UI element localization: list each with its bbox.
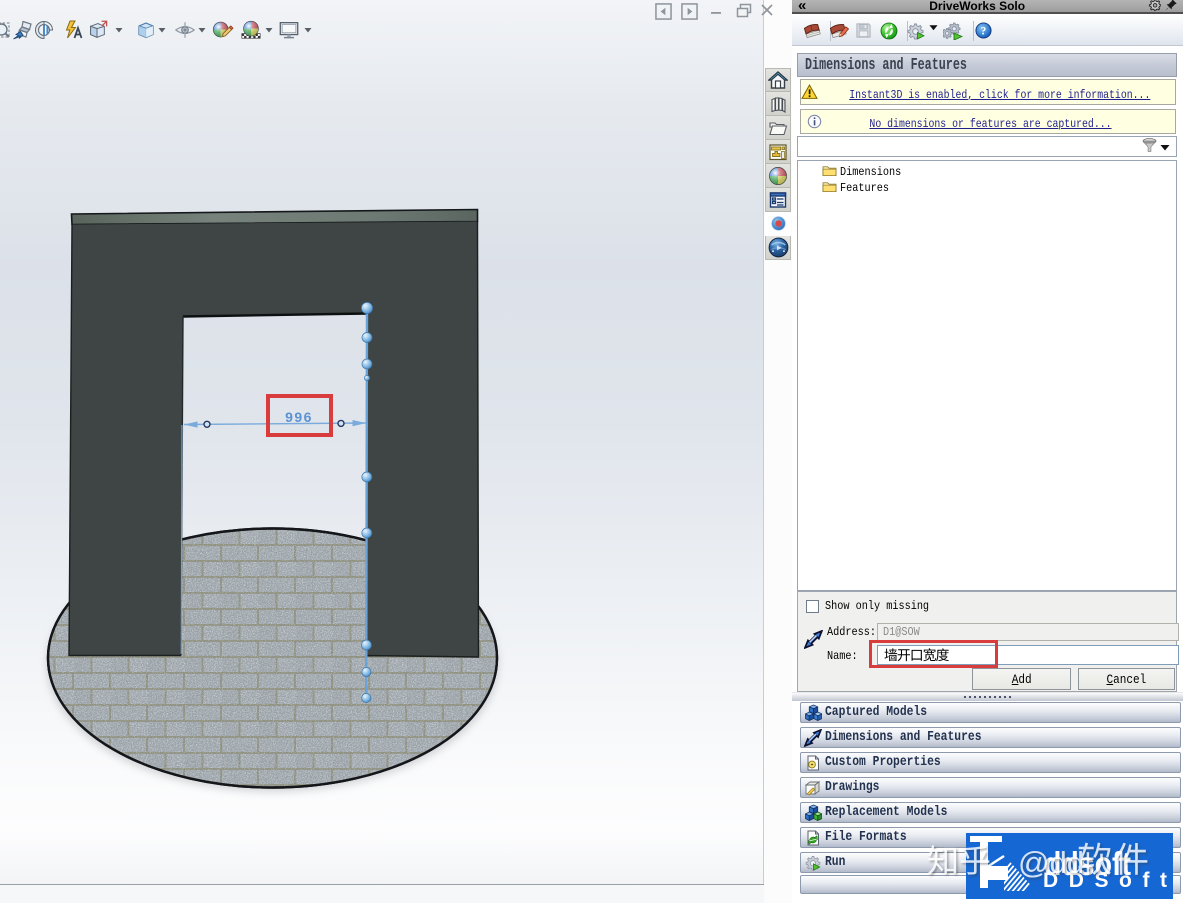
scene-3d-model: 996 [46,208,499,792]
tab-custom-properties[interactable] [765,188,791,212]
apply-scene-dropdown[interactable] [264,19,274,41]
folder-icon [822,180,837,197]
task-pane-gutter [764,0,792,903]
hide-show-items-dropdown[interactable] [197,19,207,41]
view-settings-dropdown[interactable] [303,19,313,41]
tab-design-library[interactable] [765,92,791,116]
pane-splitter[interactable] [792,692,1183,701]
edit-book-icon[interactable] [828,20,850,42]
section-dimensions-and-features[interactable]: Dimensions and Features [800,727,1181,748]
run-icon [801,855,825,871]
display-style-icon[interactable] [135,19,157,41]
annotation-red-box-name-field [869,640,998,668]
restore-button[interactable] [736,3,752,23]
view-settings-icon[interactable] [278,19,300,41]
section-drawings[interactable]: Drawings [800,777,1181,798]
replacement-models-icon [801,804,825,821]
filter-box[interactable] [797,136,1177,157]
custom-properties-icon [801,755,825,771]
tab-solidworks-forum[interactable] [765,236,791,260]
add-button[interactable]: Add [972,668,1071,690]
section-custom-properties[interactable]: Custom Properties [800,752,1181,773]
status-bar [0,884,764,903]
section-view-icon[interactable] [33,19,55,41]
hide-show-items-icon[interactable] [174,19,196,41]
captured-models-icon [801,704,825,721]
file-formats-icon [801,830,825,846]
capture-dimension-icon [804,630,823,654]
zoom-to-area-icon[interactable] [11,19,33,41]
svg-text:996: 996 [285,409,313,425]
panel-title-bar: « DriveWorks Solo [792,0,1183,14]
driveworks-home-icon[interactable] [878,20,900,42]
watermark-overlay-text: ddsoft @dd [928,842,1148,882]
tab-driveworks-solo[interactable] [765,212,791,236]
driveworks-panel: « DriveWorks Solo Dimensions and Feature… [792,0,1183,903]
display-style-dropdown[interactable] [157,19,167,41]
tab-home[interactable] [765,68,791,92]
warning-icon [801,84,818,100]
folder-icon [822,164,837,181]
show-only-missing-checkbox[interactable] [806,599,819,613]
generate-options-dropdown[interactable] [927,24,939,31]
show-only-missing-row: Show only missing [806,599,947,613]
panel-options-gear-icon[interactable] [1148,0,1161,14]
collapse-panel-button[interactable]: « [798,0,806,13]
apply-scene-icon[interactable] [240,19,262,41]
notice-no-captures-link[interactable]: No dimensions or features are captured..… [855,112,1140,131]
dimension-996: 996 [183,409,367,428]
task-pane-tabs [765,68,791,260]
drawings-icon [801,780,825,796]
section-replacement-models[interactable]: Replacement Models [800,802,1181,823]
tab-appearances[interactable] [765,164,791,188]
run-generate-icon[interactable] [942,20,964,42]
annotation-view-icon[interactable] [61,19,83,41]
address-field[interactable]: D1@SOW [877,623,1179,641]
show-only-missing-label: Show only missing [825,599,930,613]
info-icon [801,114,827,129]
address-label: Address: [827,625,876,639]
dimensions-and-features-icon [801,729,825,747]
notice-instant3d[interactable]: Instant3D is enabled, click for more inf… [800,79,1176,105]
generate-options-icon[interactable] [905,20,927,42]
svg-text:@dd: @dd [1018,845,1084,880]
panel-pin-icon[interactable] [1165,0,1178,14]
view-orientation-icon[interactable] [86,19,108,41]
view-orientation-dropdown[interactable] [114,19,124,41]
notice-no-captures[interactable]: No dimensions or features are captured..… [800,109,1176,134]
filter-dropdown-icon[interactable] [1160,138,1170,156]
name-label: Name: [827,649,858,663]
tab-view-palette[interactable] [765,140,791,164]
help-icon[interactable] [972,20,994,42]
capture-tree: Dimensions Features [797,160,1177,591]
close-button[interactable] [760,3,774,22]
tree-item-dimensions[interactable]: Dimensions [798,164,1176,180]
save-icon[interactable] [852,20,874,42]
minimize-button[interactable] [710,2,724,21]
viewport-3d[interactable]: 996 [0,0,764,884]
filter-funnel-icon[interactable] [1142,138,1157,158]
next-pane-button[interactable] [681,3,698,25]
solidworks-app: 996 « DriveWorks Solo Dimensions and Fea… [0,0,1183,903]
previous-pane-button[interactable] [655,3,672,25]
tree-item-features[interactable]: Features [798,180,1176,196]
panel-toolbar [792,16,1183,46]
edit-appearance-icon[interactable] [212,19,234,41]
panel-title: DriveWorks Solo [929,0,1026,13]
cancel-button[interactable]: Cancel [1078,668,1175,690]
capture-book-icon[interactable] [801,20,823,42]
panel-section-header: Dimensions and Features [797,53,1177,77]
notice-instant3d-link[interactable]: Instant3D is enabled, click for more inf… [849,83,1165,102]
tab-file-explorer[interactable] [765,116,791,140]
section-captured-models[interactable]: Captured Models [800,702,1181,723]
